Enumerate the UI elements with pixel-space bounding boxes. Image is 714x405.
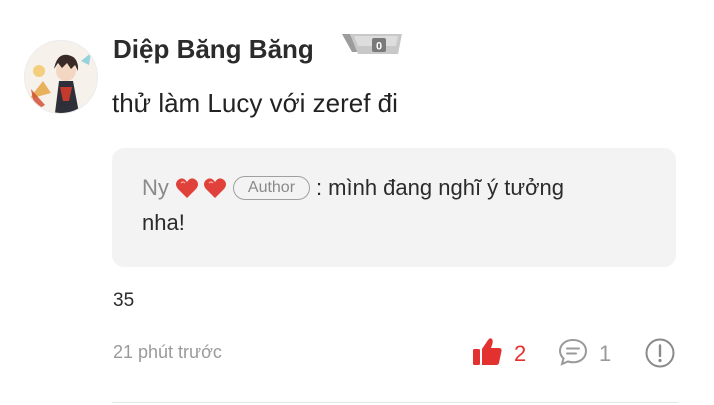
divider (112, 402, 678, 403)
author-reply: Ny Author : mình đang nghĩ ý tưởng nha! (112, 148, 676, 267)
reply-first-line: Ny Author : mình đang nghĩ ý tưởng (142, 175, 564, 201)
author-tag: Author (232, 176, 311, 200)
avatar[interactable] (24, 40, 98, 114)
anime-character-avatar (25, 41, 97, 113)
comment-text: thử làm Lucy với zeref đi (112, 88, 398, 118)
comment-count: 1 (599, 341, 612, 366)
like-count: 2 (514, 341, 527, 366)
reply-colon: : (316, 175, 323, 200)
level-number: 0 (376, 41, 382, 53)
reply-author-name[interactable]: Ny (142, 175, 169, 201)
like-icon[interactable] (471, 336, 503, 368)
report-icon[interactable] (644, 337, 676, 369)
username[interactable]: Diệp Băng Băng (113, 34, 314, 65)
count-value: 35 (113, 290, 135, 311)
red-heart-icon (175, 178, 198, 198)
reply-text-line2: nha! (142, 210, 185, 235)
timestamp: 21 phút trước (113, 342, 222, 362)
comment-icon[interactable] (557, 337, 589, 367)
reply-text-line1: mình đang nghĩ ý tưởng (328, 175, 565, 200)
red-heart-icon (203, 178, 226, 198)
level-badge: 0 (340, 30, 404, 60)
